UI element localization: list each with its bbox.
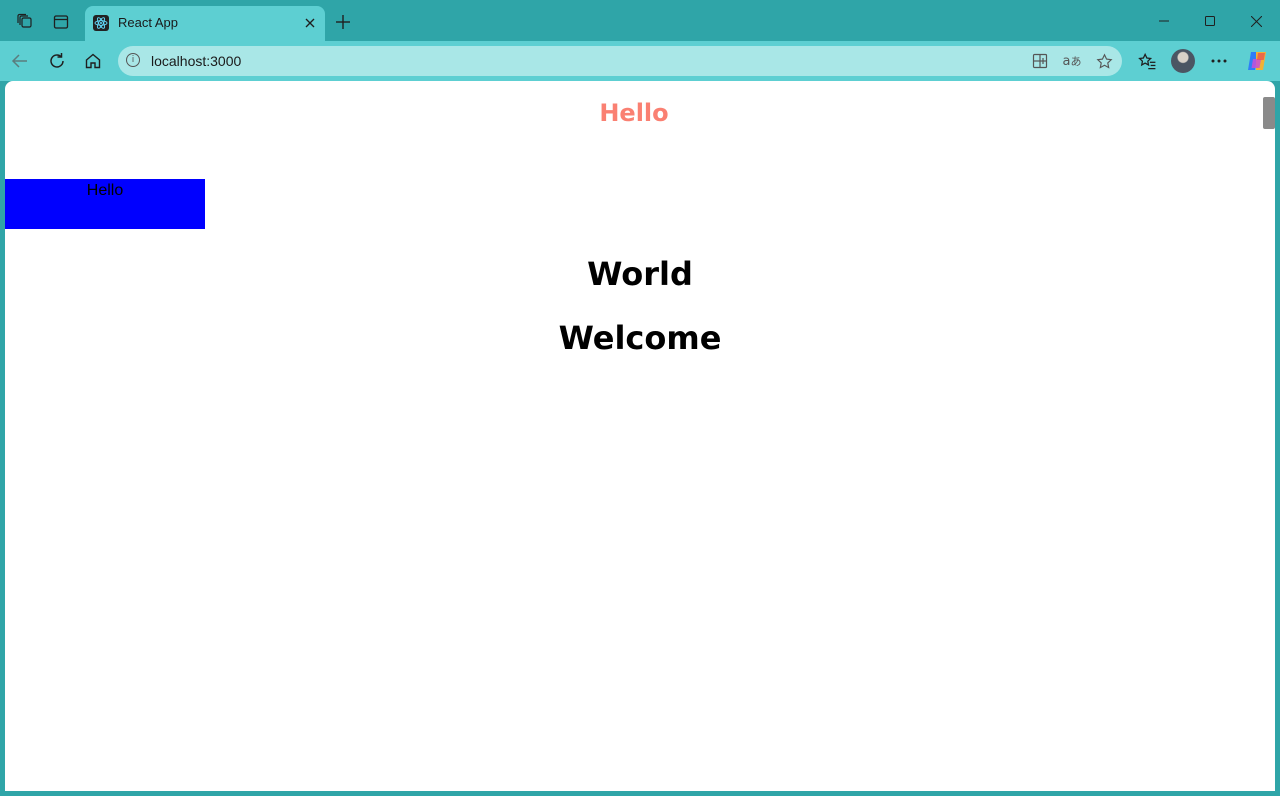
refresh-icon: [50, 53, 64, 68]
blue-box-text: Hello: [86, 182, 124, 199]
maximize-button[interactable]: [1187, 6, 1233, 36]
favorites-icon: [1137, 52, 1155, 69]
favorite-star-icon[interactable]: [1093, 50, 1115, 72]
back-button[interactable]: [6, 47, 34, 75]
plus-icon: [336, 15, 350, 29]
page-viewport: Hello Hello World Welcome: [5, 81, 1275, 791]
favorites-button[interactable]: [1133, 47, 1161, 75]
translate-icon[interactable]: aあ: [1061, 50, 1083, 72]
home-button[interactable]: [79, 47, 107, 75]
heading-world: World: [587, 255, 693, 293]
close-window-button[interactable]: [1233, 6, 1279, 36]
minimize-icon: [1159, 20, 1169, 22]
tab-react-app[interactable]: React App: [85, 6, 325, 41]
tab-actions-icon: [53, 15, 69, 29]
tab-close-button[interactable]: [301, 14, 319, 32]
copilot-icon[interactable]: [1245, 49, 1269, 73]
workspaces-icon: [17, 13, 32, 28]
url-text[interactable]: localhost:3000: [151, 53, 241, 69]
scrollbar-thumb[interactable]: [1263, 97, 1275, 129]
address-bar[interactable]: i localhost:3000 aあ: [118, 46, 1122, 76]
settings-more-button[interactable]: [1205, 47, 1233, 75]
heading-hello: Hello: [599, 99, 669, 127]
arrow-left-icon: [11, 54, 27, 68]
more-horizontal-icon: [1211, 59, 1227, 63]
home-icon: [85, 53, 101, 69]
title-bar: React App: [0, 0, 1280, 41]
tab-actions-button[interactable]: [46, 8, 76, 36]
react-atom-icon: [93, 15, 109, 31]
minimize-button[interactable]: [1141, 6, 1187, 36]
tab-title: React App: [118, 15, 178, 30]
heading-welcome: Welcome: [558, 319, 722, 357]
maximize-icon: [1205, 16, 1215, 26]
app-available-icon[interactable]: [1029, 50, 1051, 72]
close-icon: [1250, 15, 1262, 27]
blue-box: Hello: [5, 179, 205, 229]
close-icon: [305, 18, 315, 28]
info-icon[interactable]: i: [126, 53, 140, 67]
browser-toolbar: i localhost:3000 aあ: [0, 41, 1280, 81]
profile-avatar[interactable]: [1171, 49, 1195, 73]
refresh-button[interactable]: [43, 47, 71, 75]
workspaces-button[interactable]: [10, 8, 40, 36]
new-tab-button[interactable]: [330, 9, 356, 35]
